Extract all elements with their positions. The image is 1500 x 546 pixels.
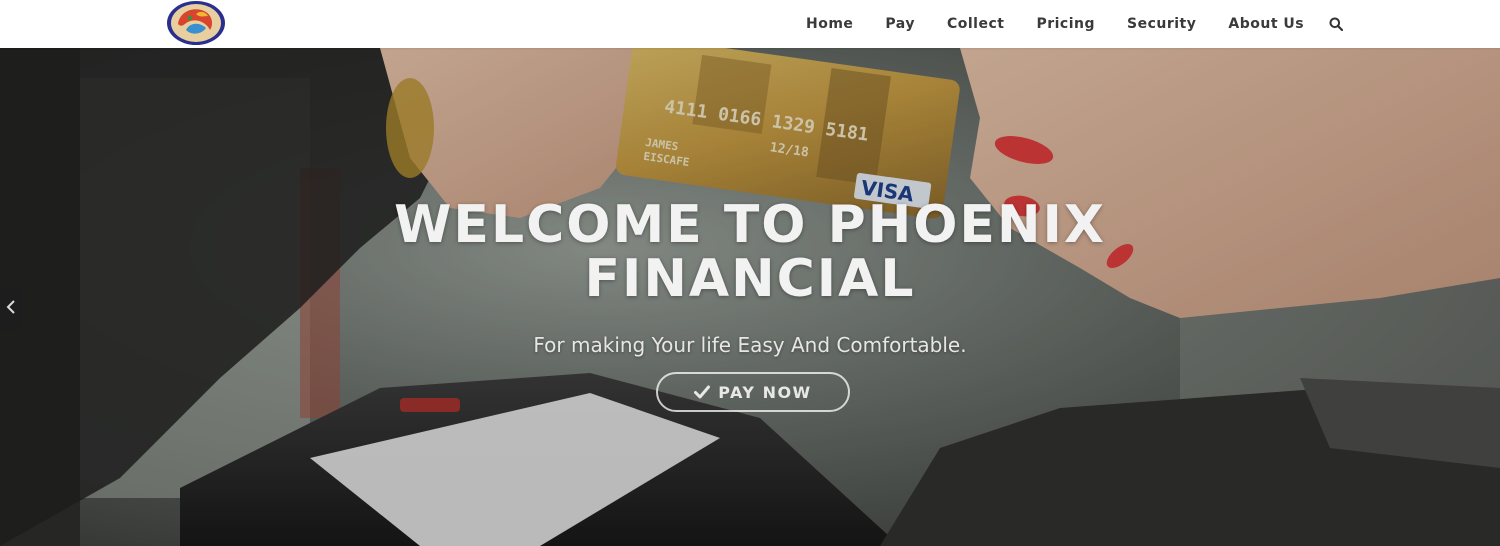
pay-now-label: PAY NOW — [718, 382, 812, 402]
nav-item-pay[interactable]: Pay — [869, 16, 931, 32]
chevron-left-icon — [6, 299, 16, 320]
nav-item-about-us[interactable]: About Us — [1212, 16, 1320, 32]
hero-title: WELCOME TO PHOENIX FINANCIAL — [250, 198, 1250, 306]
nav-item-security[interactable]: Security — [1111, 16, 1212, 32]
nav-item-pricing[interactable]: Pricing — [1020, 16, 1111, 32]
phoenix-logo-icon[interactable] — [166, 0, 226, 46]
hero-subtitle: For making Your life Easy And Comfortabl… — [533, 333, 967, 357]
hero-title-line2: FINANCIAL — [584, 249, 916, 309]
check-icon — [694, 385, 711, 399]
pay-now-button[interactable]: PAY NOW — [656, 372, 850, 412]
nav-item-collect[interactable]: Collect — [931, 16, 1020, 32]
nav-item-home[interactable]: Home — [790, 16, 869, 32]
search-icon[interactable] — [1322, 0, 1350, 48]
top-navbar: Home Pay Collect Pricing Security About … — [0, 0, 1500, 48]
hero-title-line1: WELCOME TO PHOENIX — [394, 195, 1106, 255]
slider-prev-button[interactable] — [0, 288, 22, 330]
hero-slider: 4111 0166 1329 5181 JAMES EISCAFE 12/18 … — [0, 48, 1500, 546]
nav-menu: Home Pay Collect Pricing Security About … — [790, 0, 1350, 48]
